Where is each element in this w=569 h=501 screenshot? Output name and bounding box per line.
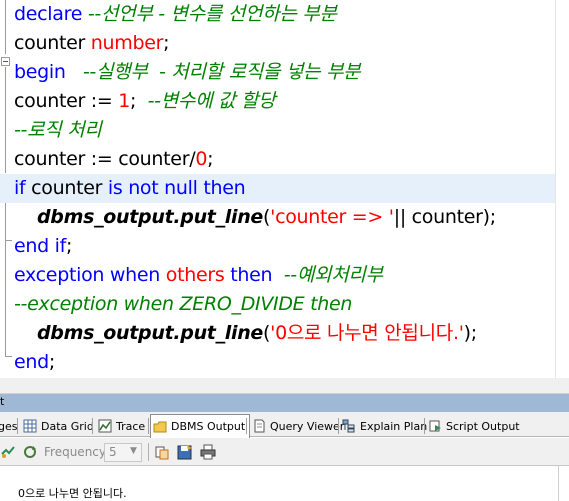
tab-separator [338,418,339,434]
code-token: --변수에 값 할당 [147,90,276,112]
code-token: 1 [118,90,131,112]
tab-data-grid[interactable]: Data Grid [21,415,98,437]
panel-title-bar: t [0,394,569,412]
fold-toggle-begin-icon[interactable] [1,57,10,66]
tab-separator [424,418,425,434]
document-icon [252,419,266,433]
save-icon[interactable] [177,444,193,460]
fold-guide [5,67,6,173]
code-token: --실행부 - 처리할 로직을 넣는 부분 [65,61,361,83]
refresh-icon[interactable] [22,444,38,460]
code-token: others [165,264,225,286]
code-token: ; [163,32,170,54]
code-line[interactable]: if counter is not null then [0,174,555,203]
code-token: begin [14,61,66,83]
fold-end-marker [5,356,12,357]
code-token: counter := counter/ [14,148,196,170]
dbms-output-area[interactable]: 0으로 나누면 안됩니다. [0,466,569,501]
tab-separator [17,418,18,434]
dbms-output-toolbar: Frequency: 5 ▼ [0,438,569,466]
tab-separator [148,418,149,434]
tab-query-viewer[interactable]: Query Viewer [250,415,348,437]
tab-label: DBMS Output [171,420,246,433]
code-line[interactable]: --로직 처리 [14,116,102,145]
chevron-down-icon[interactable]: ▼ [130,446,137,456]
code-token: counter [25,177,108,199]
code-line[interactable]: --exception when ZERO_DIVIDE then [14,290,352,319]
code-token: end [14,351,49,373]
frequency-value: 5 [109,445,117,459]
code-token: ; [66,235,73,257]
code-token: dbms_output.put_line [36,206,264,228]
code-line[interactable]: counter := counter/0; [14,145,214,174]
tab-label: Query Viewer [270,419,345,433]
vertical-scrollbar[interactable] [555,0,569,378]
panel-title-text: t [0,395,5,408]
code-line[interactable]: counter := 1; --변수에 값 할당 [14,87,276,116]
toolbar-separator [148,443,149,461]
code-token: 'counter => ' [270,206,394,228]
code-line[interactable]: end; [14,348,55,377]
script-icon [428,419,442,433]
code-token: then [224,264,284,286]
output-line: 0으로 나누면 안됩니다. [18,487,127,500]
code-token: exception when [14,264,166,286]
plan-icon [342,419,356,433]
tab-script-output[interactable]: Script Output [426,415,524,437]
code-token: ; [48,351,56,373]
code-line[interactable]: exception when others then --예외처리부 [14,261,383,290]
tab-trace[interactable]: Trace [96,415,149,437]
code-token: ; [207,148,214,170]
code-token: counter [14,32,91,54]
fold-guide [5,0,6,54]
tab-label: Trace [116,419,146,433]
output-tabbar: ges Data Grid Trace DBMS Output Query Vi… [0,412,569,438]
code-line[interactable]: dbms_output.put_line('0으로 나누면 안됩니다.'); [14,319,477,348]
tab-separator [92,418,93,434]
code-line[interactable]: begin --실행부 - 처리할 로직을 넣는 부분 [14,58,361,87]
code-token: 0 [195,148,208,170]
tab-label: Script Output [446,419,520,433]
code-token: dbms_output.put_line [36,322,264,344]
grid-icon [23,419,37,433]
code-token: --예외처리부 [283,264,383,286]
code-token: ); [463,322,478,344]
fold-guide [5,241,6,356]
tab-messages[interactable]: ges [0,415,21,437]
frequency-label: Frequency: [44,445,110,459]
copy-icon[interactable] [154,444,170,460]
code-line[interactable]: declare --선언부 - 변수를 선언하는 부분 [14,0,337,29]
sql-editor[interactable]: declare --선언부 - 변수를 선언하는 부분 counter numbe… [0,0,569,378]
trace-icon [98,419,112,433]
print-icon[interactable] [200,444,216,460]
code-line[interactable]: dbms_output.put_line('counter => '|| cou… [14,203,496,232]
code-line[interactable]: counter number; [14,29,170,58]
code-token: declare [14,3,83,25]
code-token: if [14,177,26,199]
tab-label: Explain Plan [360,419,428,433]
code-token: || counter); [393,206,496,228]
tab-label: ges [0,419,18,433]
code-line[interactable]: end if; [14,232,72,261]
tab-separator [246,418,247,434]
panel-splitter[interactable] [0,378,569,394]
output-scrollbar[interactable] [558,466,569,501]
code-token: --로직 처리 [14,119,102,141]
folder-icon [153,420,167,434]
code-token: --선언부 - 변수를 선언하는 부분 [82,3,337,25]
code-token: end if [14,235,66,257]
tab-dbms-output[interactable]: DBMS Output [150,414,251,438]
code-token: number [90,32,164,54]
enable-output-icon[interactable] [0,444,16,460]
fold-end-marker [5,240,12,241]
code-token: '0으로 나누면 안됩니다.' [270,322,464,344]
code-token: ; [130,90,148,112]
code-token: --exception when ZERO_DIVIDE then [14,293,353,315]
tab-label: Data Grid [41,419,94,433]
code-token: counter := [14,90,119,112]
code-token: is not null then [107,177,246,199]
tab-explain-plan[interactable]: Explain Plan [340,415,431,437]
